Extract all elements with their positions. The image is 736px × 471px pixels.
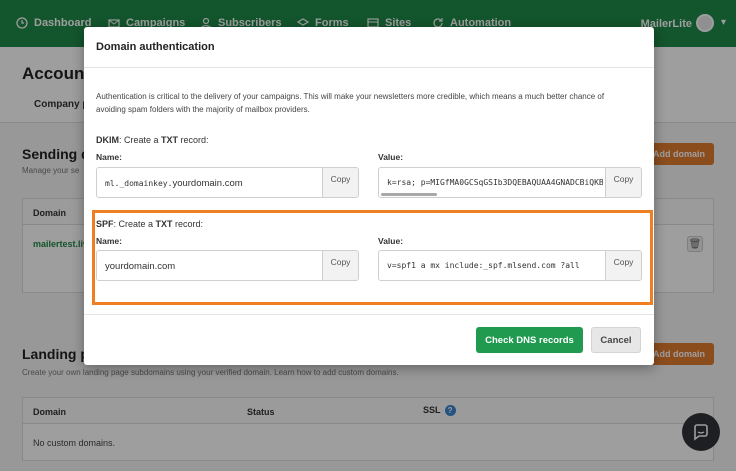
dialog-title: Domain authentication <box>96 41 215 53</box>
check-dns-records-button[interactable]: Check DNS records <box>476 327 583 353</box>
dkim-name-prefix: ml._domainkey. <box>105 179 173 188</box>
dkim-prefix: DKIM <box>96 135 119 145</box>
dkim-value-label: Value: <box>378 152 404 162</box>
spf-highlight-box <box>92 210 653 305</box>
dkim-name-domain: yourdomain.com <box>172 178 243 189</box>
dkim-record-title: DKIM: Create a TXT record: <box>96 135 209 145</box>
dkim-name-value: ml._domainkey.yourdomain.com <box>105 178 243 189</box>
divider <box>84 314 654 315</box>
dkim-name-label: Name: <box>96 152 122 162</box>
cancel-button[interactable]: Cancel <box>591 327 641 353</box>
dkim-value-field[interactable]: k=rsa; p=MIGfMA0GCSqGSIb3DQEBAQUAA4GNADC… <box>378 167 642 198</box>
dkim-name-copy-button[interactable]: Copy <box>322 168 358 197</box>
divider <box>84 67 654 68</box>
dkim-middle: : Create a <box>119 135 162 145</box>
dkim-suffix: record: <box>178 135 209 145</box>
dkim-value-text: k=rsa; p=MIGfMA0GCSqGSIb3DQEBAQUAA4GNADC… <box>387 178 603 187</box>
dkim-type: TXT <box>161 135 179 145</box>
dkim-name-field[interactable]: ml._domainkey.yourdomain.com Copy <box>96 167 359 198</box>
dkim-value-copy-button[interactable]: Copy <box>605 168 641 197</box>
dialog-description: Authentication is critical to the delive… <box>96 92 605 114</box>
domain-authentication-dialog: Domain authentication Authentication is … <box>84 27 654 365</box>
horizontal-scrollbar[interactable] <box>381 193 437 196</box>
